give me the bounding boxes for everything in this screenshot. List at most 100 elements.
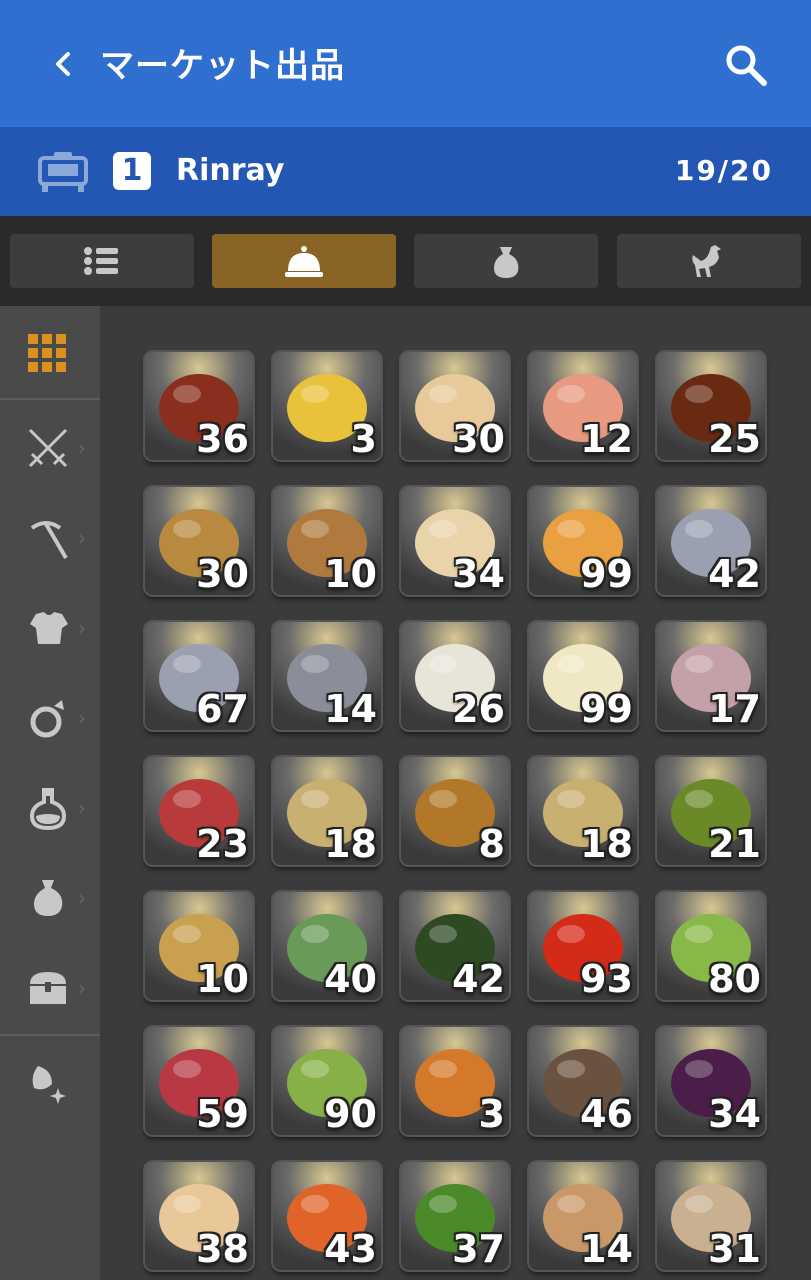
item-carrot[interactable]: 43 (273, 1162, 381, 1270)
item-quantity: 3 (350, 417, 377, 460)
item-salmon-salad[interactable]: 12 (529, 352, 637, 460)
retainer-name: Rinray (176, 153, 285, 188)
search-icon (726, 45, 767, 86)
item-quantity: 42 (452, 957, 505, 1000)
item-quantity: 26 (452, 687, 505, 730)
item-quantity: 99 (580, 552, 633, 595)
ring-icon (30, 700, 64, 738)
tab-food[interactable] (212, 234, 396, 288)
item-quantity: 14 (580, 1227, 633, 1270)
item-cheese-wedge[interactable]: 99 (529, 622, 637, 730)
tab-creatures[interactable] (617, 234, 801, 288)
item-tomato[interactable]: 93 (529, 892, 637, 1000)
sidebar-housing[interactable]: › (0, 946, 100, 1026)
sidebar-armor[interactable]: › (0, 586, 100, 666)
sidebar-tools[interactable]: › (0, 496, 100, 576)
item-zucchini[interactable]: 42 (401, 892, 509, 1000)
item-meat-cut[interactable]: 23 (145, 757, 253, 865)
sidebar-divider (0, 398, 100, 400)
page-title: マーケット出品 (100, 46, 345, 86)
item-quantity: 30 (196, 552, 249, 595)
item-quantity: 12 (580, 417, 633, 460)
item-quantity: 34 (452, 552, 505, 595)
item-bread-roll[interactable]: 30 (145, 487, 253, 595)
item-chives[interactable]: 37 (401, 1162, 509, 1270)
item-quantity: 59 (196, 1092, 249, 1135)
grid-icon (28, 334, 66, 372)
item-quantity: 93 (580, 957, 633, 1000)
listing-count: 19/20 (674, 154, 773, 187)
item-mandrake-root[interactable]: 46 (529, 1027, 637, 1135)
item-muffin[interactable]: 30 (401, 352, 509, 460)
item-soup-bowl[interactable]: 99 (529, 487, 637, 595)
chevron-right-icon: › (78, 886, 86, 910)
item-onion[interactable]: 3 (401, 1027, 509, 1135)
item-quantity: 18 (324, 822, 377, 865)
item-quantity: 8 (478, 822, 505, 865)
item-eggplant[interactable]: 34 (657, 1027, 765, 1135)
armor-icon (30, 612, 68, 644)
tab-materials[interactable] (414, 234, 598, 288)
item-milk-can-2[interactable]: 67 (145, 622, 253, 730)
item-quantity: 14 (324, 687, 377, 730)
crossed-swords-icon (28, 428, 68, 468)
chest-icon (30, 972, 66, 1004)
item-quantity: 38 (196, 1227, 249, 1270)
item-cabbage[interactable]: 90 (273, 1027, 381, 1135)
item-quantity: 99 (580, 687, 633, 730)
item-cookie[interactable]: 10 (273, 487, 381, 595)
item-milk-can-3[interactable]: 14 (273, 622, 381, 730)
item-chocolate-cake[interactable]: 25 (657, 352, 765, 460)
pickaxe-icon (30, 521, 68, 560)
item-bamboo-shoot[interactable]: 14 (529, 1162, 637, 1270)
sidebar-materials[interactable]: › (0, 856, 100, 936)
item-quantity: 30 (452, 417, 505, 460)
item-quantity: 37 (452, 1227, 505, 1270)
sidebar-accessories[interactable]: › (0, 676, 100, 756)
item-quantity: 80 (708, 957, 761, 1000)
chevron-right-icon: › (78, 796, 86, 820)
sidebar-all[interactable] (0, 312, 100, 392)
item-potato[interactable]: 10 (145, 892, 253, 1000)
sidebar-other[interactable] (0, 1042, 100, 1122)
cloche-icon (285, 246, 323, 277)
item-quantity: 31 (708, 1227, 761, 1270)
item-egg-2[interactable]: 18 (529, 757, 637, 865)
item-aloe-leaf[interactable]: 40 (273, 892, 381, 1000)
pouch-icon (34, 880, 63, 916)
retainer-bed-icon (38, 152, 88, 192)
item-herbs[interactable]: 21 (657, 757, 765, 865)
search-button[interactable] (720, 40, 772, 92)
item-egg[interactable]: 18 (273, 757, 381, 865)
list-icon (84, 247, 118, 275)
item-quantity: 67 (196, 687, 249, 730)
item-quantity: 40 (324, 957, 377, 1000)
item-mushrooms[interactable]: 31 (657, 1162, 765, 1270)
item-loaf-bread[interactable]: 34 (401, 487, 509, 595)
sidebar-divider (0, 1034, 100, 1036)
sparkle-icon (32, 1066, 66, 1104)
tab-list[interactable] (10, 234, 194, 288)
item-quantity: 25 (708, 417, 761, 460)
item-quantity: 36 (196, 417, 249, 460)
item-omelette-dish[interactable]: 3 (273, 352, 381, 460)
bag-icon (494, 247, 519, 278)
item-quantity: 42 (708, 552, 761, 595)
item-stew-dish[interactable]: 36 (145, 352, 253, 460)
item-quantity: 23 (196, 822, 249, 865)
back-button[interactable] (44, 42, 84, 86)
item-leek[interactable]: 80 (657, 892, 765, 1000)
chevron-right-icon: › (78, 706, 86, 730)
sidebar-weapons[interactable]: › (0, 406, 100, 486)
sidebar-medicine[interactable]: › (0, 766, 100, 846)
item-grid: 36 3 30 12 25 30 10 34 99 42 67 14 26 99 17 23 18 8 18 21 10… (100, 306, 811, 1280)
item-quantity: 18 (580, 822, 633, 865)
item-quantity: 46 (580, 1092, 633, 1135)
item-quantity: 43 (324, 1227, 377, 1270)
item-fish-steak[interactable]: 17 (657, 622, 765, 730)
item-parsnip[interactable]: 38 (145, 1162, 253, 1270)
item-cream-bowl[interactable]: 26 (401, 622, 509, 730)
item-milk-can[interactable]: 42 (657, 487, 765, 595)
item-red-potato[interactable]: 59 (145, 1027, 253, 1135)
item-speckled-egg[interactable]: 8 (401, 757, 509, 865)
